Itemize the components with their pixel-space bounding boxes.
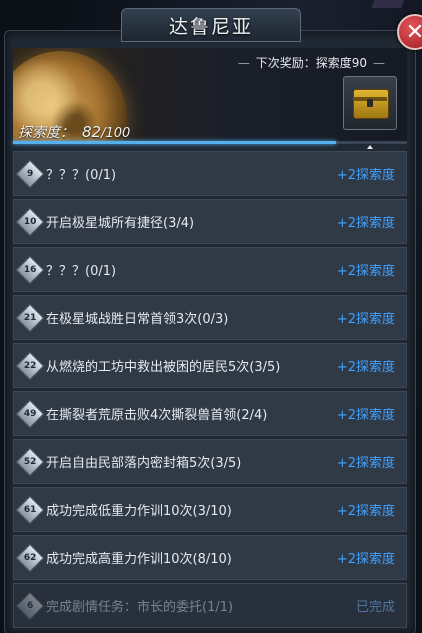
task-number-badge-icon: 61: [15, 495, 45, 524]
title-tab: 达鲁尼亚: [121, 8, 301, 42]
task-number-badge-icon: 6: [15, 591, 45, 620]
region-banner: — 下次奖励：探索度90 — 探索度： 82/100: [13, 48, 407, 144]
exploration-total: /100: [101, 126, 131, 141]
task-number-badge-icon: 52: [15, 447, 45, 476]
task-row[interactable]: 6 完成剧情任务：市长的委托(1/1) 已完成: [13, 583, 407, 628]
task-number: 9: [26, 168, 34, 179]
task-row[interactable]: 9 ？？？(0/1) +2探索度: [13, 151, 407, 196]
task-description: 在极星城战胜日常首领3次(0/3): [46, 312, 229, 327]
close-icon: ✕: [405, 19, 422, 45]
task-row[interactable]: 22 从燃烧的工坊中救出被困的居民5次(3/5) +2探索度: [13, 343, 407, 388]
task-row[interactable]: 10 开启极星城所有捷径(3/4) +2探索度: [13, 199, 407, 244]
task-description: ？？？(0/1): [46, 168, 117, 183]
task-reward: +2探索度: [336, 408, 395, 423]
task-completed-status: 已完成: [355, 600, 395, 615]
chest-lock-icon: [367, 99, 373, 107]
task-number: 62: [23, 552, 37, 563]
task-number: 6: [26, 600, 34, 611]
task-number: 49: [23, 408, 37, 419]
task-row[interactable]: 16 ？？？(0/1) +2探索度: [13, 247, 407, 292]
task-number: 16: [23, 264, 37, 275]
task-number-badge-icon: 16: [15, 255, 45, 284]
dash-right: —: [373, 56, 385, 70]
task-reward: +2探索度: [336, 360, 395, 375]
task-description: 成功完成高重力作训10次(8/10): [46, 552, 232, 567]
exploration-progress-label: 探索度： 82/100: [18, 122, 130, 142]
exploration-label: 探索度：: [18, 125, 74, 141]
dash-left: —: [237, 56, 250, 70]
exploration-progress-bar: [13, 141, 407, 144]
task-number: 22: [23, 360, 37, 371]
task-row[interactable]: 21 在极星城战胜日常首领3次(0/3) +2探索度: [13, 295, 407, 340]
task-description: 在撕裂者荒原击败4次撕裂兽首领(2/4): [46, 408, 268, 423]
task-number-badge-icon: 62: [15, 543, 45, 572]
task-number-badge-icon: 21: [15, 303, 45, 332]
task-number: 21: [23, 312, 37, 323]
task-reward: +2探索度: [336, 216, 395, 231]
task-number: 52: [23, 456, 37, 467]
exploration-current: 82: [82, 123, 102, 141]
task-description: 完成剧情任务：市长的委托(1/1): [46, 600, 234, 615]
task-description: ？？？(0/1): [46, 264, 117, 279]
task-reward: +2探索度: [336, 456, 395, 471]
task-list: 9 ？？？(0/1) +2探索度 10 开启极星城所有捷径(3/4) +2探索度 16 ？？？…: [13, 151, 407, 631]
task-number: 10: [23, 216, 37, 227]
task-number-badge-icon: 10: [15, 207, 45, 236]
task-number-badge-icon: 49: [15, 399, 45, 428]
task-reward: +2探索度: [336, 312, 395, 327]
task-row[interactable]: 61 成功完成低重力作训10次(3/10) +2探索度: [13, 487, 407, 532]
next-reward-label: — 下次奖励：探索度90 —: [232, 54, 391, 71]
background-decoration: [371, 0, 407, 8]
task-number-badge-icon: 22: [15, 351, 45, 380]
task-reward: +2探索度: [336, 168, 395, 183]
task-reward: +2探索度: [336, 552, 395, 567]
exploration-screen: 达鲁尼亚 ✕ — 下次奖励：探索度90 — 探索度： 82/100 9 ？？？(0/1)…: [0, 0, 422, 633]
exploration-progress-fill: [13, 141, 337, 144]
task-description: 开启极星城所有捷径(3/4): [46, 216, 195, 231]
task-reward: +2探索度: [336, 264, 395, 279]
task-row[interactable]: 62 成功完成高重力作训10次(8/10) +2探索度: [13, 535, 407, 580]
next-reward-text: 下次奖励：探索度90: [255, 56, 367, 70]
task-description: 成功完成低重力作训10次(3/10): [46, 504, 232, 519]
task-number: 61: [23, 504, 37, 515]
next-reward-marker-icon: [367, 145, 373, 149]
reward-chest-button[interactable]: [343, 76, 397, 130]
task-description: 开启自由民部落内密封箱5次(3/5): [46, 456, 242, 471]
page-title: 达鲁尼亚: [168, 15, 253, 38]
task-number-badge-icon: 9: [15, 159, 45, 188]
task-description: 从燃烧的工坊中救出被困的居民5次(3/5): [46, 360, 281, 375]
task-reward: +2探索度: [336, 504, 395, 519]
task-row[interactable]: 52 开启自由民部落内密封箱5次(3/5) +2探索度: [13, 439, 407, 484]
task-row[interactable]: 49 在撕裂者荒原击败4次撕裂兽首领(2/4) +2探索度: [13, 391, 407, 436]
